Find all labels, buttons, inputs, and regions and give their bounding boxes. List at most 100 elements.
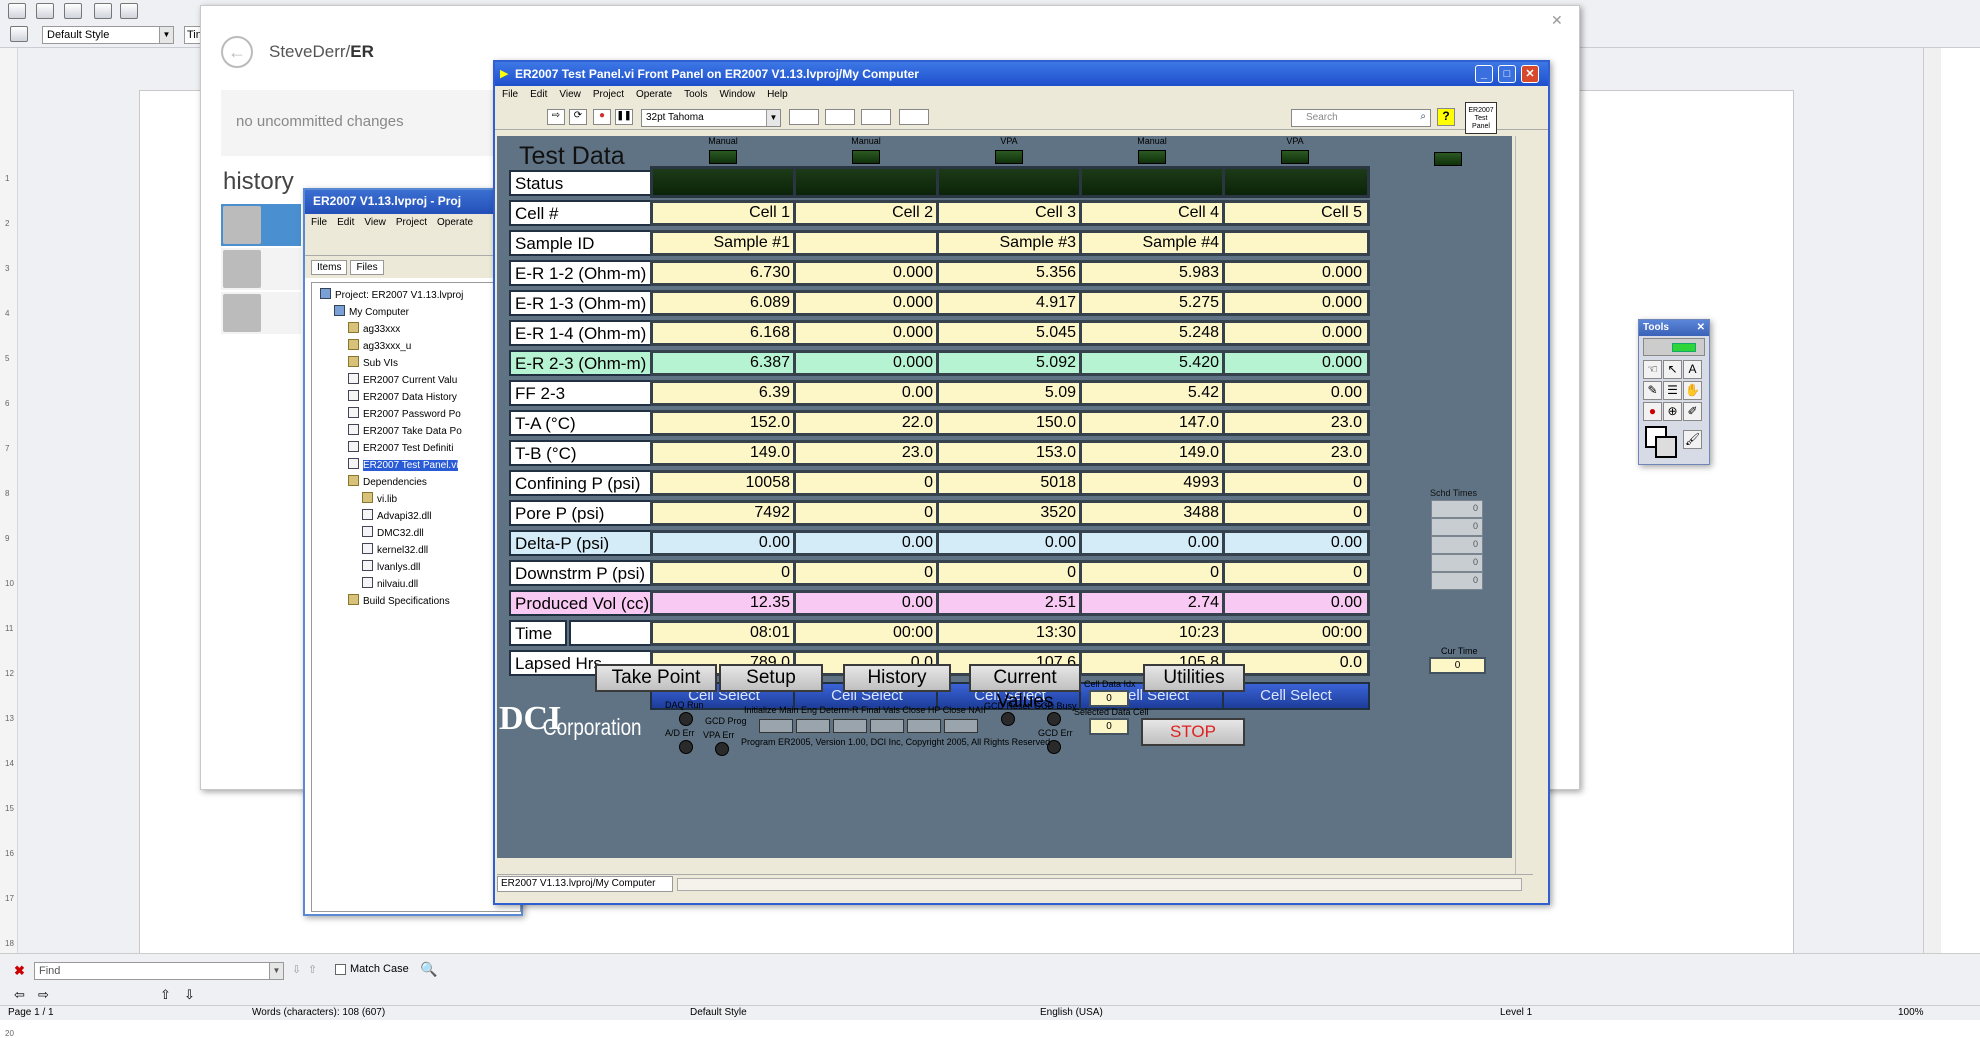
scroll-hand-icon[interactable]: ✋: [1683, 381, 1702, 400]
find-replace-icon[interactable]: 🔍: [420, 961, 437, 978]
find-next-icon[interactable]: ⇧: [308, 963, 317, 976]
nav-forward-icon[interactable]: ⇨: [38, 987, 49, 1003]
close-icon[interactable]: ✕: [1551, 12, 1563, 29]
history-button[interactable]: History: [843, 664, 951, 692]
history-item[interactable]: [221, 292, 301, 334]
take-point-button[interactable]: Take Point: [595, 664, 717, 692]
help-icon[interactable]: ?: [1437, 108, 1455, 126]
paragraph-style-select[interactable]: Default Style ▼: [42, 26, 174, 44]
tree-item[interactable]: ag33xxx_u: [320, 338, 520, 355]
panel-vertical-scrollbar[interactable]: [1515, 136, 1531, 880]
nav-back-icon[interactable]: ⇦: [14, 987, 25, 1003]
styles-icon[interactable]: [10, 26, 28, 42]
match-case-checkbox[interactable]: [335, 964, 346, 975]
back-arrow-icon[interactable]: ←: [221, 36, 253, 68]
gcd-reset-led[interactable]: [1001, 712, 1015, 726]
menu-view[interactable]: View: [364, 217, 386, 228]
search-input[interactable]: Search ⌕: [1291, 109, 1431, 127]
utilities-button[interactable]: Utilities: [1143, 664, 1245, 692]
tree-item[interactable]: ER2007 Password Po: [320, 406, 520, 423]
chevron-down-icon[interactable]: ▼: [159, 27, 173, 43]
cell-data-idx-value[interactable]: 0: [1089, 690, 1129, 707]
tree-item[interactable]: kernel32.dll: [320, 542, 520, 559]
chevron-down-icon[interactable]: ▼: [766, 110, 780, 126]
project-tree[interactable]: Project: ER2007 V1.13.lvproj My Computer a…: [311, 282, 521, 912]
menu-tools[interactable]: Tools: [684, 89, 707, 100]
probe-icon[interactable]: ⊕: [1663, 402, 1682, 421]
tree-item[interactable]: vi.lib: [320, 491, 520, 508]
close-icon[interactable]: ✕: [1521, 65, 1539, 83]
writer-vertical-scrollbar[interactable]: [1923, 48, 1941, 953]
tree-item[interactable]: Build Specifications: [320, 593, 520, 610]
tree-item[interactable]: ag33xxx: [320, 321, 520, 338]
color-copy-icon[interactable]: ✐: [1683, 402, 1702, 421]
time-input[interactable]: [569, 620, 659, 646]
menu-file[interactable]: File: [311, 217, 327, 228]
align-objects-icon[interactable]: [789, 109, 819, 125]
tree-item[interactable]: lvanlys.dll: [320, 559, 520, 576]
selected-data-cell-value[interactable]: 0: [1089, 718, 1129, 735]
find-previous-icon[interactable]: ⇩: [292, 963, 301, 976]
nav-up-icon[interactable]: ⇧: [160, 987, 171, 1003]
color-background-icon[interactable]: [1655, 436, 1677, 458]
tree-item[interactable]: ER2007 Test Panel.vi: [320, 457, 520, 474]
run-arrow-icon[interactable]: ⇨: [547, 109, 565, 125]
resize-objects-icon[interactable]: [861, 109, 891, 125]
tab-items[interactable]: Items: [311, 260, 348, 275]
abort-icon[interactable]: ●: [593, 109, 611, 125]
current-values-button[interactable]: Current Values: [969, 664, 1081, 712]
horizontal-scrollbar[interactable]: [677, 878, 1522, 891]
chevron-down-icon[interactable]: ▼: [269, 963, 283, 979]
menu-operate[interactable]: Operate: [437, 217, 473, 228]
menu-project[interactable]: Project: [396, 217, 427, 228]
shortcut-menu-icon[interactable]: ☰: [1663, 381, 1682, 400]
close-icon[interactable]: ✕: [1697, 322, 1705, 333]
run-continuously-icon[interactable]: ⟳: [569, 109, 587, 125]
wiring-spool-icon[interactable]: ✎: [1643, 381, 1662, 400]
close-find-icon[interactable]: ✖: [14, 963, 25, 979]
tree-item[interactable]: My Computer: [320, 304, 520, 321]
menu-file[interactable]: File: [502, 89, 518, 100]
history-item[interactable]: [221, 204, 301, 246]
edit-icon[interactable]: [94, 3, 112, 19]
tree-item[interactable]: Project: ER2007 V1.13.lvproj: [320, 287, 520, 304]
tree-item[interactable]: ER2007 Current Valu: [320, 372, 520, 389]
menu-view[interactable]: View: [559, 89, 581, 100]
minimize-icon[interactable]: _: [1475, 65, 1493, 83]
breakpoint-icon[interactable]: ●: [1643, 402, 1662, 421]
label-text-icon[interactable]: A: [1683, 360, 1702, 379]
find-input[interactable]: Find ▼: [34, 962, 284, 980]
stop-button[interactable]: STOP: [1141, 718, 1245, 746]
tree-item[interactable]: ER2007 Data History: [320, 389, 520, 406]
nav-down-icon[interactable]: ⇩: [184, 987, 195, 1003]
menu-window[interactable]: Window: [719, 89, 755, 100]
menu-project[interactable]: Project: [593, 89, 624, 100]
pause-icon[interactable]: ❚❚: [615, 109, 633, 125]
status-zoom[interactable]: 100%: [1898, 1007, 1924, 1018]
tree-item[interactable]: Advapi32.dll: [320, 508, 520, 525]
tree-item[interactable]: DMC32.dll: [320, 525, 520, 542]
setup-button[interactable]: Setup: [719, 664, 823, 692]
menu-edit[interactable]: Edit: [337, 217, 354, 228]
automatic-tool-selection[interactable]: [1643, 338, 1705, 356]
menu-edit[interactable]: Edit: [530, 89, 547, 100]
position-arrow-icon[interactable]: ↖: [1663, 360, 1682, 379]
maximize-icon[interactable]: □: [1498, 65, 1516, 83]
history-item[interactable]: [221, 248, 301, 290]
menu-help[interactable]: Help: [767, 89, 788, 100]
tree-item[interactable]: nilvaiu.dll: [320, 576, 520, 593]
tab-files[interactable]: Files: [350, 260, 384, 275]
print-icon[interactable]: [120, 3, 138, 19]
font-select[interactable]: 32pt Tahoma ▼: [641, 109, 781, 127]
color-brush-icon[interactable]: 🖌: [1683, 430, 1702, 449]
menu-operate[interactable]: Operate: [636, 89, 672, 100]
save-icon[interactable]: [36, 3, 54, 19]
tree-item[interactable]: Sub VIs: [320, 355, 520, 372]
distribute-objects-icon[interactable]: [825, 109, 855, 125]
tree-item[interactable]: ER2007 Test Definiti: [320, 440, 520, 457]
operate-hand-icon[interactable]: ☜: [1643, 360, 1662, 379]
tree-item[interactable]: ER2007 Take Data Po: [320, 423, 520, 440]
search-icon[interactable]: ⌕: [1420, 111, 1426, 122]
tree-item[interactable]: Dependencies: [320, 474, 520, 491]
new-document-icon[interactable]: [8, 3, 26, 19]
